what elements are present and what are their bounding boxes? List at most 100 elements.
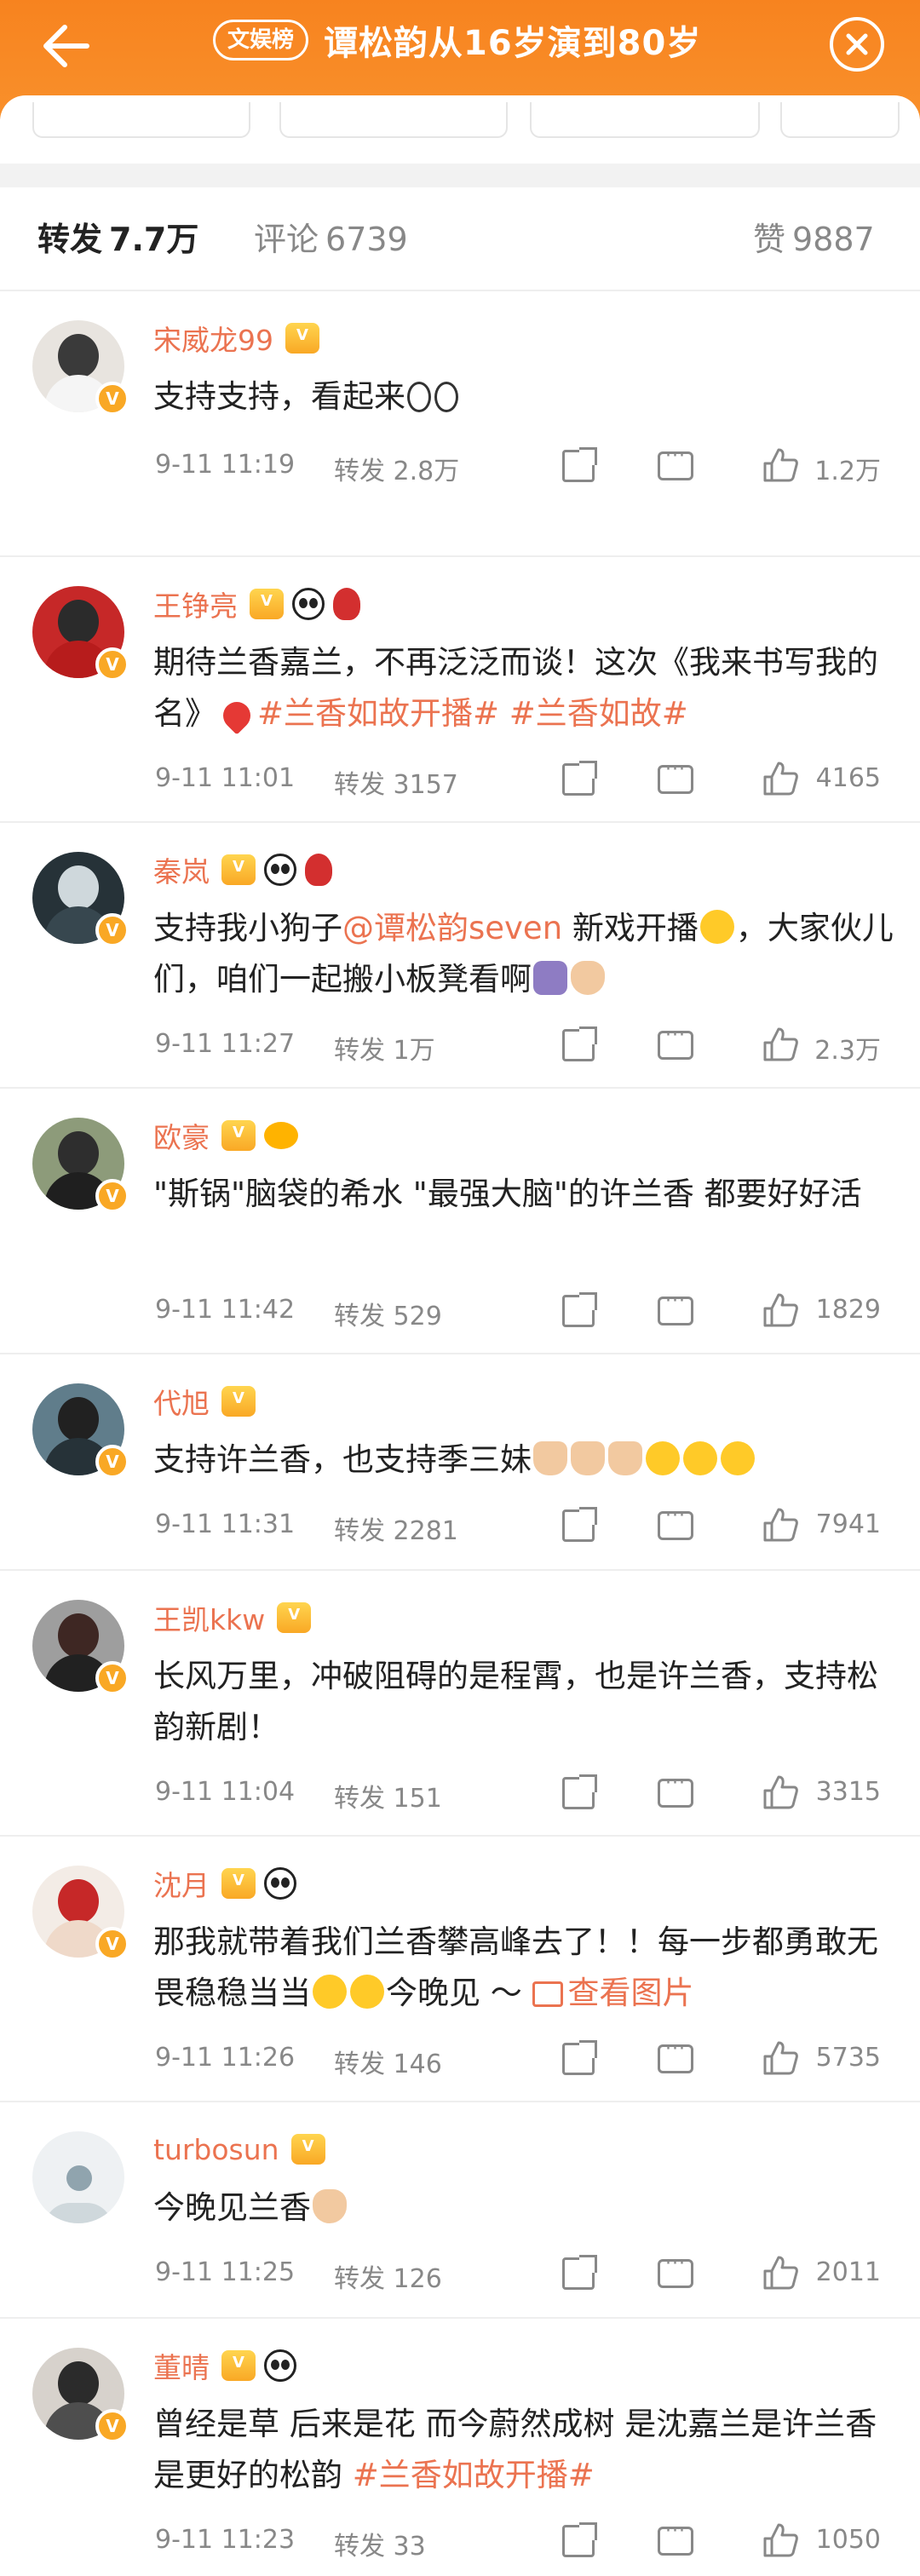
comment-icon[interactable] — [658, 1025, 693, 1060]
crying-emoji-icon — [350, 1975, 384, 2009]
forward-count[interactable]: 转发 529 — [334, 1295, 442, 1332]
user-name[interactable]: turbosun — [153, 2133, 279, 2166]
verified-badge-icon: V — [95, 913, 129, 947]
forward-count[interactable]: 转发 2281 — [334, 1509, 458, 1547]
like-count: 5735 — [815, 2043, 881, 2073]
forward-count[interactable]: 转发 126 — [334, 2257, 442, 2295]
user-name[interactable]: 董晴 — [153, 2345, 210, 2386]
tab-forward[interactable]: 转发 7.7万 — [37, 213, 198, 260]
topic-link[interactable]: #兰香如故开播# — [257, 695, 499, 732]
comment-meta: 9-11 11:01 转发 3157 4165 — [153, 758, 894, 801]
thumbs-up-icon[interactable] — [762, 760, 799, 797]
user-name[interactable]: 王凯kkw — [153, 1597, 265, 1638]
thumbs-up-icon[interactable] — [762, 1506, 799, 1544]
hand-emoji-icon — [571, 961, 605, 995]
share-icon[interactable] — [562, 2043, 595, 2075]
toolbar-tab-stub[interactable] — [530, 102, 760, 138]
comment-text: 支持我小狗子@谭松韵seven 新戏开播 ，大家伙儿们，咱们一起搬小板凳看啊 — [153, 910, 894, 998]
forward-count[interactable]: 转发 1万 — [334, 1029, 435, 1067]
verified-badge-icon: V — [95, 2409, 129, 2443]
vip-crown-icon — [221, 1386, 256, 1417]
like-count: 7941 — [815, 1509, 881, 1539]
comment-icon[interactable] — [658, 1291, 693, 1325]
like-count: 2011 — [815, 2257, 881, 2287]
user-name[interactable]: 欧豪 — [153, 1115, 210, 1156]
tab-forward-label: 转发 — [37, 221, 103, 258]
people-emoji-icon — [533, 961, 567, 995]
comment-meta: 9-11 11:25 转发 126 2011 — [153, 2252, 894, 2295]
thumbs-up-icon[interactable] — [762, 2521, 799, 2559]
comment-meta: 9-11 11:26 转发 146 5735 — [153, 2038, 894, 2080]
vip-crown-icon — [250, 589, 284, 619]
avatar[interactable] — [32, 2131, 124, 2223]
thumbs-up-icon[interactable] — [762, 446, 799, 484]
user-name[interactable]: 秦岚 — [153, 849, 210, 890]
user-name[interactable]: 宋威龙99 — [153, 318, 273, 359]
share-icon[interactable] — [562, 1295, 595, 1327]
toolbar-tab-stub[interactable] — [780, 102, 900, 138]
share-icon[interactable] — [562, 2257, 595, 2290]
forward-count[interactable]: 转发 146 — [334, 2043, 442, 2080]
topic-link[interactable]: #兰香如故# — [509, 695, 688, 732]
share-icon[interactable] — [562, 450, 595, 482]
vip-crown-icon — [221, 2350, 256, 2381]
toolbar-tab-stub[interactable] — [32, 102, 250, 138]
toolbar-tab-stub[interactable] — [279, 102, 508, 138]
comment-text: 那我就带着我们兰香攀高峰去了！！每一步都勇敢无畏稳稳当当 今晚见 ～ 查看图片 — [153, 1923, 878, 2011]
mention-link[interactable]: @谭松韵seven — [342, 910, 562, 946]
verified-badge-icon: V — [95, 1661, 129, 1695]
thumbs-up-emoji-icon — [571, 1441, 605, 1475]
share-icon[interactable] — [562, 763, 595, 796]
comment-text: "斯锅"脑袋的希水 "最强大脑"的许兰香 都要好好活 — [153, 1176, 862, 1212]
rooster-icon — [305, 854, 332, 886]
thumbs-up-icon[interactable] — [762, 2254, 799, 2291]
share-icon[interactable] — [562, 1777, 595, 1809]
thumbs-up-icon[interactable] — [762, 1026, 799, 1063]
list-item: V 欧豪 "斯锅"脑袋的希水 "最强大脑"的许兰香 都要好好活 9-11 11:… — [0, 1089, 920, 1354]
forward-count[interactable]: 转发 3157 — [334, 763, 458, 801]
panda-icon — [264, 854, 296, 886]
like-count: 4165 — [815, 763, 881, 793]
comment-icon[interactable] — [658, 1505, 693, 1540]
eyes-emoji-icon — [434, 382, 458, 412]
user-name[interactable]: 王铮亮 — [153, 584, 238, 624]
comment-icon[interactable] — [658, 759, 693, 794]
share-icon[interactable] — [562, 1509, 595, 1542]
thumbs-up-icon[interactable] — [762, 1774, 799, 1811]
like-count: 3315 — [815, 1777, 881, 1807]
tab-like[interactable]: 赞 9887 — [753, 213, 875, 260]
thumbs-up-emoji-icon — [608, 1441, 642, 1475]
comment-meta: 9-11 11:19 转发 2.8万 1.2万 — [153, 445, 894, 487]
forward-count[interactable]: 转发 151 — [334, 1777, 442, 1814]
share-icon[interactable] — [562, 2525, 595, 2557]
thumbs-up-icon[interactable] — [762, 2039, 799, 2077]
comment-text: 长风万里，冲破阻碍的是程霄，也是许兰香，支持松韵新剧！ — [153, 1658, 878, 1745]
topic-title-wrap[interactable]: 文娱榜 谭松韵从16岁演到80岁 — [213, 10, 701, 70]
vip-crown-icon — [277, 1602, 312, 1633]
forward-count[interactable]: 转发 2.8万 — [334, 450, 459, 487]
user-name[interactable]: 代旭 — [153, 1381, 210, 1422]
verified-badge-icon: V — [95, 1179, 129, 1213]
user-name[interactable]: 沈月 — [153, 1863, 210, 1904]
eyes-emoji-icon — [407, 382, 431, 412]
close-icon[interactable] — [830, 17, 884, 72]
timestamp: 9-11 11:19 — [155, 450, 296, 480]
view-image-link[interactable]: 查看图片 — [532, 1975, 694, 2011]
comment-icon[interactable] — [658, 1773, 693, 1808]
topic-link[interactable]: #兰香如故开播# — [353, 2457, 595, 2493]
heart-emoji-icon — [217, 696, 256, 735]
comment-icon[interactable] — [658, 2253, 693, 2288]
comment-meta: 9-11 11:04 转发 151 3315 — [153, 1772, 894, 1814]
comment-icon[interactable] — [658, 446, 693, 480]
tab-comment[interactable]: 评论 6739 — [254, 213, 408, 260]
back-arrow-icon[interactable] — [34, 12, 102, 80]
comment-icon[interactable] — [658, 2521, 693, 2556]
panda-icon — [264, 2349, 296, 2382]
panda-icon — [292, 588, 325, 620]
thumbs-up-icon[interactable] — [762, 1291, 799, 1329]
forward-count[interactable]: 转发 33 — [334, 2525, 426, 2562]
comment-icon[interactable] — [658, 2038, 693, 2073]
comment-meta: 9-11 11:23 转发 33 1050 — [153, 2520, 894, 2562]
comment-meta: 9-11 11:27 转发 1万 2.3万 — [153, 1024, 894, 1067]
share-icon[interactable] — [562, 1029, 595, 1061]
